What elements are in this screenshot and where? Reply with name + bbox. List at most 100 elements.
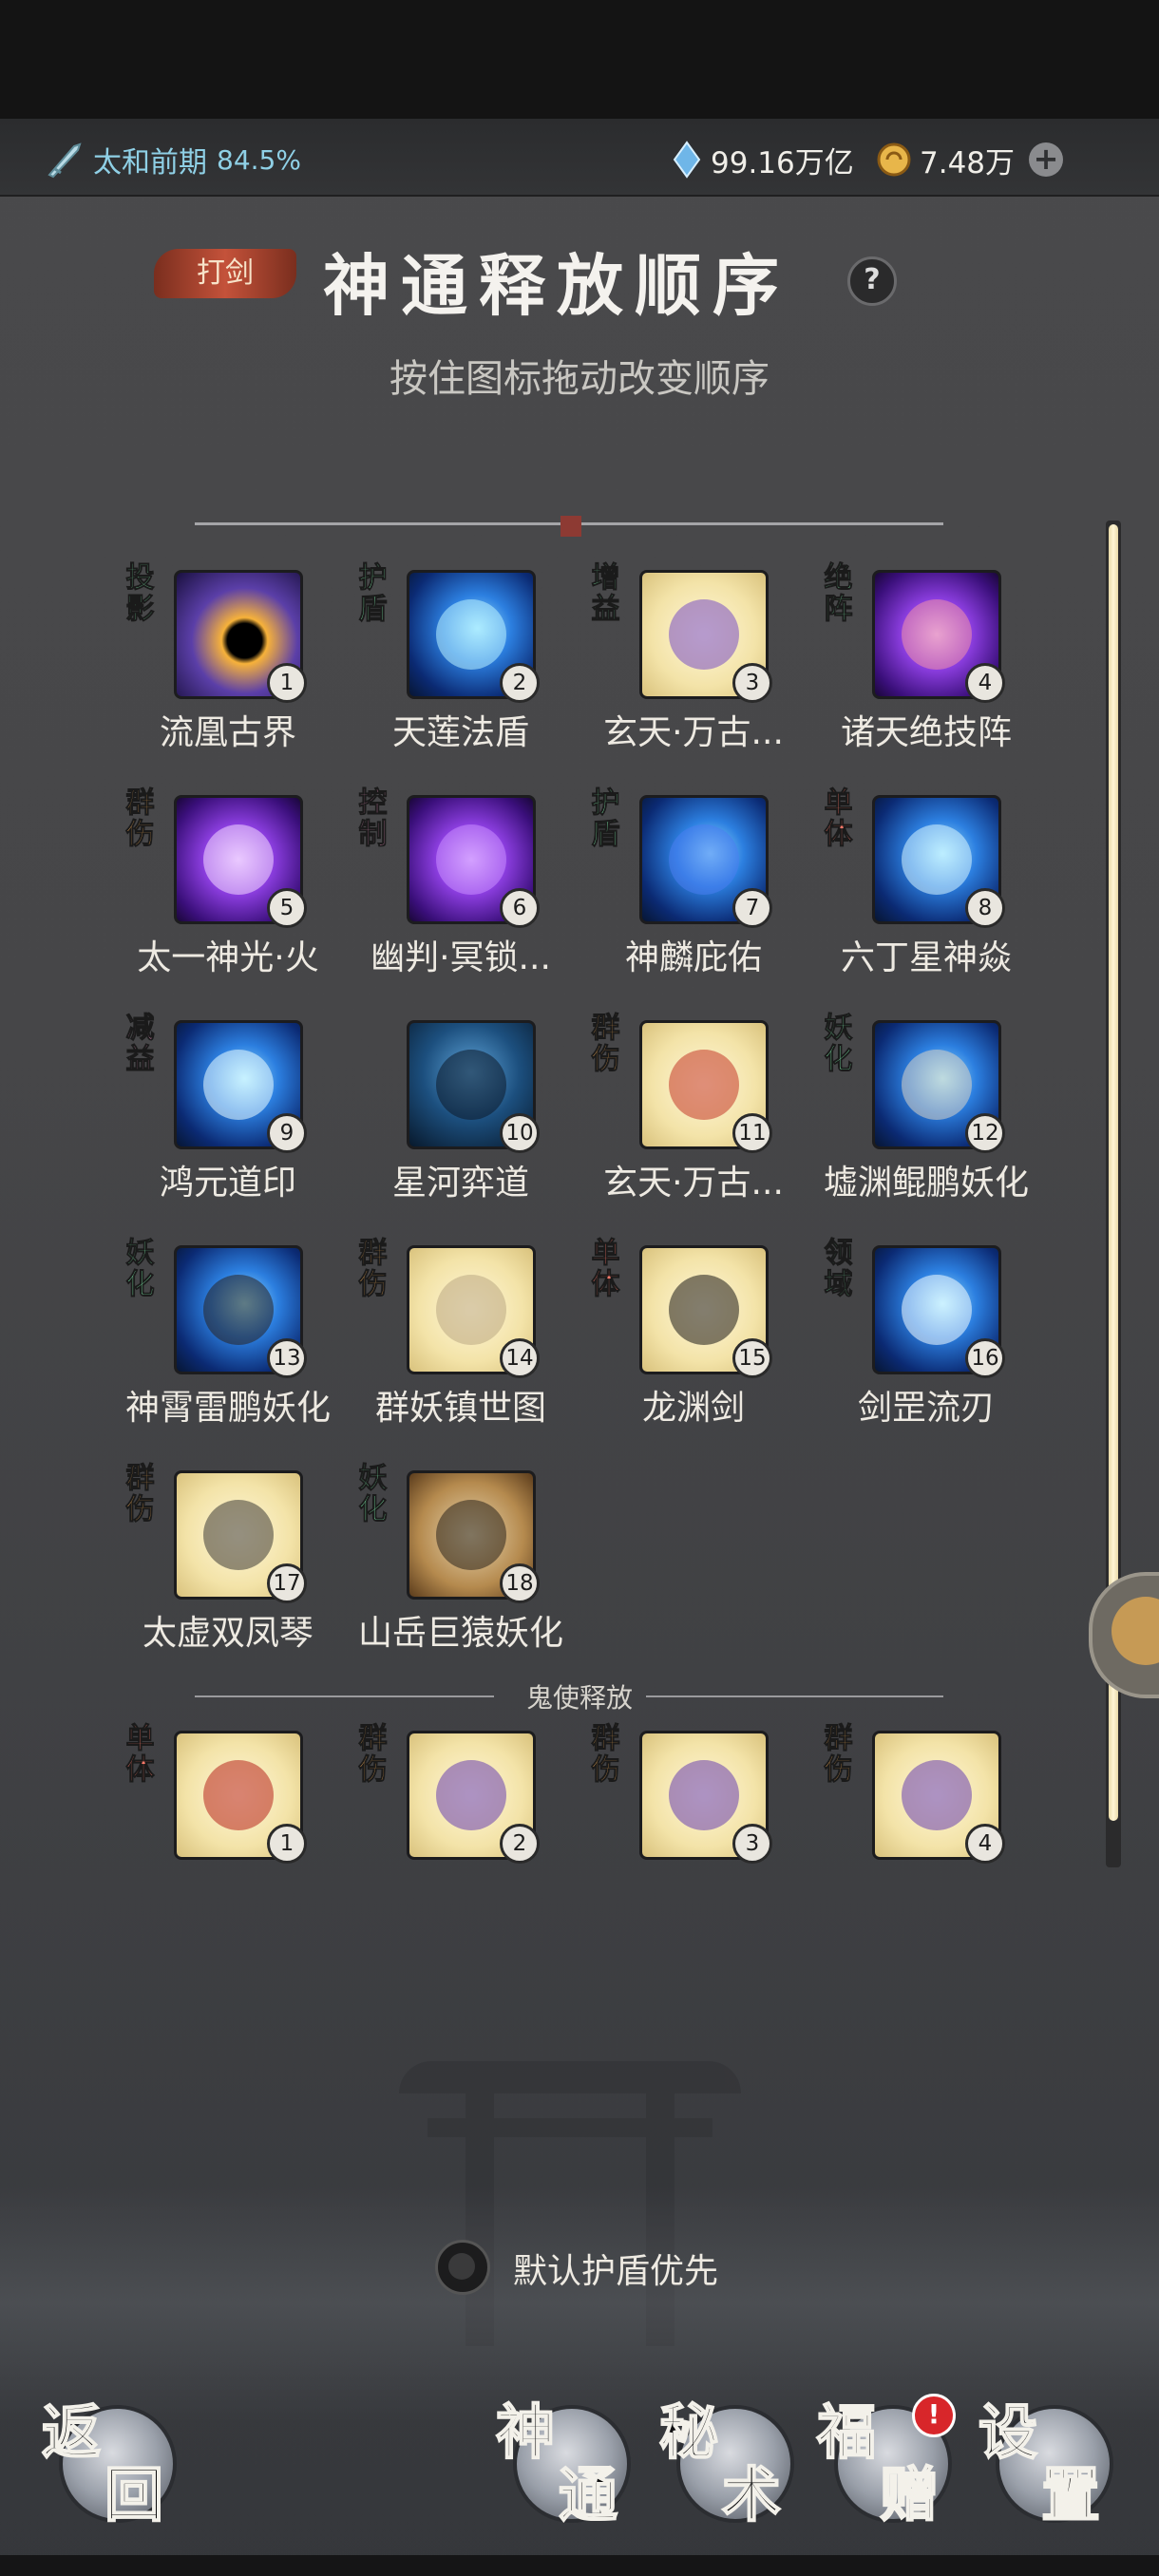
fuzeng-label-1: 福: [816, 2396, 877, 2468]
skill-slot-11[interactable]: 群伤 11 玄天·万古...: [580, 1013, 808, 1222]
skill-name: 鸿元道印: [159, 1164, 296, 1203]
skill-name: 剑罡流刃: [857, 1389, 995, 1428]
mode-tag: 打剑: [154, 249, 296, 298]
skill-name: 太一神光·火: [137, 938, 319, 977]
skill-type-label: 妖化: [358, 1462, 388, 1526]
skill-order-badge: 6: [500, 888, 540, 928]
skill-slot-18[interactable]: 妖化 18 山岳巨猿妖化: [347, 1463, 575, 1672]
shentong-label-2: 通: [558, 2459, 618, 2530]
skill-slot-3[interactable]: 增益 3 玄天·万古...: [580, 562, 808, 771]
skill-slot-2[interactable]: 护盾 2 天莲法盾: [347, 562, 575, 771]
fuzeng-alert-badge: !: [912, 2394, 956, 2437]
skill-slot-5[interactable]: 群伤 5 太一神光·火: [114, 787, 342, 996]
mishu-button[interactable]: 秘 术: [658, 2394, 798, 2530]
realm-name: 太和前期: [93, 146, 207, 180]
fuzeng-label-2: 赠: [879, 2459, 940, 2530]
gold-amount: 7.48万: [920, 145, 1016, 180]
back-label-1: 返: [41, 2396, 102, 2468]
ghost-type-label: 群伤: [824, 1722, 853, 1787]
top-black-bar: [0, 0, 1159, 119]
skill-order-badge: 9: [267, 1113, 307, 1153]
gold-coin-icon: [877, 142, 911, 177]
skill-name: 六丁星神焱: [840, 938, 1012, 977]
add-currency-button[interactable]: +: [1029, 142, 1063, 177]
back-button[interactable]: 返 回: [41, 2394, 180, 2530]
toggle-knob: [448, 2253, 475, 2280]
spirit-stone-amount: 99.16万亿: [711, 145, 854, 180]
back-label-2: 回: [104, 2459, 164, 2530]
skill-order-badge: 10: [500, 1113, 540, 1153]
skill-slot-7[interactable]: 护盾 7 神麟庇佑: [580, 787, 808, 996]
ghost-divider-right: [646, 1695, 943, 1697]
skill-order-badge: 5: [267, 888, 307, 928]
skill-name: 墟渊鲲鹏妖化: [823, 1164, 1029, 1203]
skill-slot-15[interactable]: 单体 15 龙渊剑: [580, 1238, 808, 1447]
page-subtitle: 按住图标拖动改变顺序: [390, 357, 770, 401]
skill-slot-10[interactable]: 10 星河弈道: [347, 1020, 575, 1222]
skill-name: 星河弈道: [391, 1164, 529, 1203]
skill-order-badge: 17: [267, 1563, 307, 1603]
page-title: 神通释放顺序: [323, 246, 790, 325]
skill-order-badge: 11: [732, 1113, 772, 1153]
skill-type-label: 领域: [824, 1237, 853, 1301]
ghost-slot-4[interactable]: 群伤 4: [812, 1723, 1040, 1932]
skill-order-badge: 15: [732, 1338, 772, 1378]
spirit-stone-icon: [673, 141, 701, 179]
mishu-label-2: 术: [721, 2459, 782, 2530]
skill-name: 山岳巨猿妖化: [357, 1614, 563, 1653]
skill-order-badge: 4: [965, 663, 1005, 703]
skill-type-label: 增益: [591, 561, 620, 626]
ghost-slot-3[interactable]: 群伤 3: [580, 1723, 808, 1932]
side-float-icon: [1112, 1597, 1159, 1665]
skill-slot-13[interactable]: 妖化 13 神霄雷鹏妖化: [114, 1238, 342, 1447]
help-button[interactable]: ?: [847, 256, 897, 306]
skill-type-label: 群伤: [125, 786, 155, 851]
ghost-type-label: 单体: [125, 1722, 155, 1787]
settings-button[interactable]: 设 置: [978, 2394, 1117, 2530]
skill-slot-14[interactable]: 群伤 14 群妖镇世图: [347, 1238, 575, 1447]
skill-order-badge: 3: [732, 663, 772, 703]
skill-slot-9[interactable]: 减益 9 鸿元道印: [114, 1013, 342, 1222]
shentong-label-1: 神: [495, 2396, 556, 2468]
mishu-label-1: 秘: [658, 2396, 719, 2468]
skill-order-badge: 18: [500, 1563, 540, 1603]
spirit-stone-counter[interactable]: 99.16万亿: [671, 139, 854, 180]
skill-type-label: 妖化: [824, 1012, 853, 1076]
skill-type-label: 妖化: [125, 1237, 155, 1301]
skill-name: 幽判·冥锁...: [370, 938, 551, 977]
ghost-type-label: 群伤: [591, 1722, 620, 1787]
realm-progress: 84.5%: [217, 143, 301, 176]
skill-slot-8[interactable]: 单体 8 六丁星神焱: [812, 787, 1040, 996]
skill-slot-12[interactable]: 妖化 12 墟渊鲲鹏妖化: [812, 1013, 1040, 1222]
skill-order-badge: 2: [500, 663, 540, 703]
realm-indicator[interactable]: 太和前期 84.5%: [46, 139, 301, 180]
skill-type-label: 单体: [591, 1237, 620, 1301]
sword-feather-icon: [48, 142, 82, 179]
skill-slot-17[interactable]: 群伤 17 太虚双凤琴: [114, 1463, 342, 1672]
shentong-button[interactable]: 神 通: [495, 2394, 635, 2530]
skill-slot-16[interactable]: 领域 16 剑罡流刃: [812, 1238, 1040, 1447]
skill-slot-4[interactable]: 绝阵 4 诸天绝技阵: [812, 562, 1040, 771]
skill-name: 群妖镇世图: [374, 1389, 546, 1428]
bottom-edge: [0, 2555, 1159, 2576]
ghost-order-badge: 2: [500, 1824, 540, 1864]
skill-slot-6[interactable]: 控制 6 幽判·冥锁...: [347, 787, 575, 996]
skill-type-label: 群伤: [591, 1012, 620, 1076]
skill-order-badge: 1: [267, 663, 307, 703]
ghost-slot-1[interactable]: 单体 1: [114, 1723, 342, 1932]
settings-label-1: 设: [978, 2396, 1038, 2468]
skill-type-label: 减益: [125, 1012, 155, 1076]
skill-order-badge: 7: [732, 888, 772, 928]
skill-name: 神霄雷鹏妖化: [124, 1389, 331, 1428]
skill-type-label: 群伤: [125, 1462, 155, 1526]
skill-name: 太虚双凤琴: [142, 1614, 314, 1653]
skill-order-badge: 14: [500, 1338, 540, 1378]
ghost-order-badge: 4: [965, 1824, 1005, 1864]
ghost-slot-2[interactable]: 群伤 2: [347, 1723, 575, 1932]
divider-marker: [560, 516, 581, 537]
skill-name: 龙渊剑: [641, 1389, 745, 1428]
shield-priority-label: 默认护盾优先: [513, 2252, 719, 2291]
skill-order-badge: 8: [965, 888, 1005, 928]
gold-counter[interactable]: 7.48万: [876, 139, 1015, 180]
skill-slot-1[interactable]: 投影 1 流凰古界: [114, 562, 342, 771]
